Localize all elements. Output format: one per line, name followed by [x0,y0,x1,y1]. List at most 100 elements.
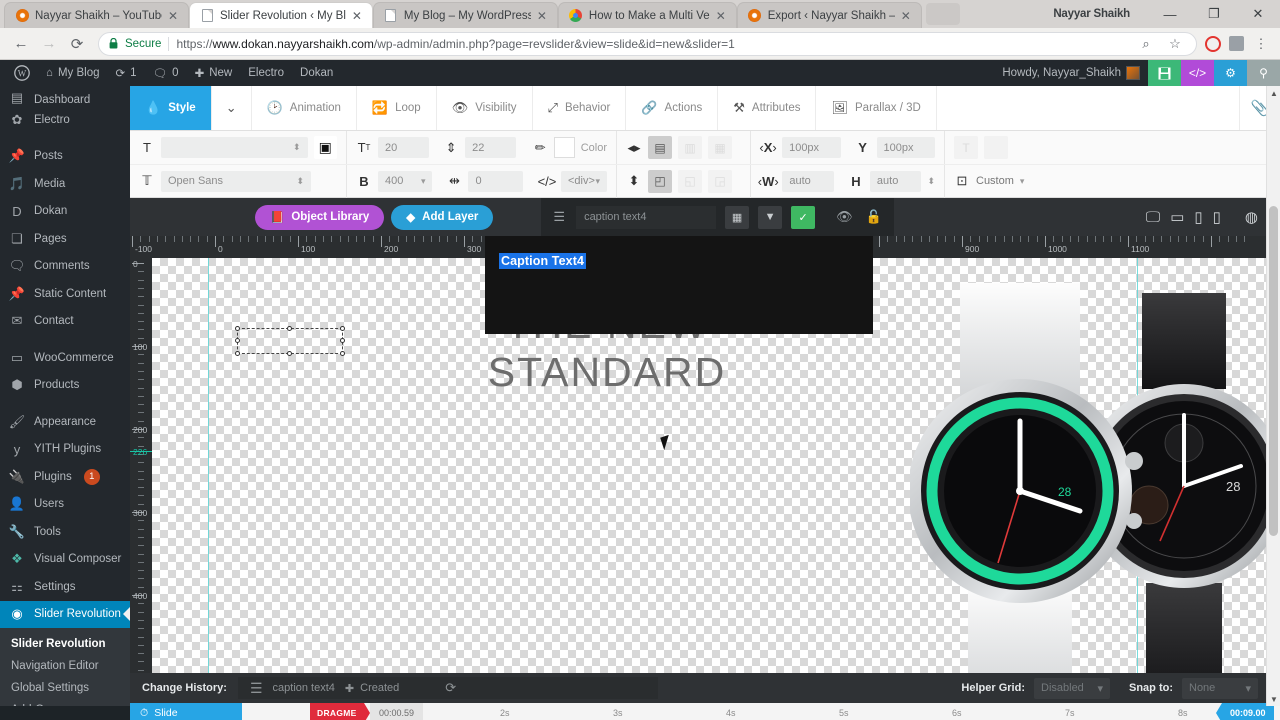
updates-item[interactable]: ⟳ 1 [108,60,145,86]
sidebar-item-dokan[interactable]: D Dokan [0,198,130,226]
close-icon[interactable]: ✕ [168,10,180,22]
mobile-icon[interactable]: ▯ [1213,208,1221,226]
address-bar[interactable]: Secure https://www.dokan.nayyarshaikh.co… [98,31,1197,56]
submenu-item-add-ons[interactable]: Add-Ons [0,699,130,706]
hamburger-icon[interactable]: ☰ [553,209,565,225]
sidebar-item-static-content[interactable]: 📌 Static Content [0,280,130,308]
sidebar-item-woocommerce[interactable]: ▭ WooCommerce [0,344,130,372]
sidebar-item-pages[interactable]: ❏ Pages [0,225,130,253]
caption-text-selection[interactable]: Caption Text4 [499,253,587,269]
bookmark-star-icon[interactable]: ☆ [1164,33,1186,55]
valign-bottom-button[interactable]: ◲ [708,169,732,193]
sidebar-item-comments[interactable]: 🗨 Comments [0,253,130,281]
eye-icon[interactable]: 👁 [836,209,853,225]
x-position-input[interactable]: 100px [782,137,841,158]
sidebar-item-products[interactable]: ⬢ Products [0,372,130,400]
tab-attributes[interactable]: ⚒ Attributes [718,86,817,130]
vertical-ruler[interactable]: 0100200226300400500 [130,258,152,673]
sidebar-item-media[interactable]: 🎵 Media [0,170,130,198]
tab-style[interactable]: 💧 Style [130,86,212,130]
scrollbar-thumb[interactable] [1269,206,1278,536]
minimize-icon[interactable]: — [1148,0,1192,28]
submenu-item-navigation-editor[interactable]: Navigation Editor [0,655,130,677]
adminbar-item-dokan[interactable]: Dokan [292,60,341,86]
layer-name-input[interactable]: caption text4 [576,205,717,229]
grid-icon[interactable]: ▦ [725,205,750,229]
y-position-input[interactable]: 100px [876,137,935,158]
site-name-item[interactable]: ⌂ My Blog [38,60,108,86]
size-stepper[interactable]: ⬍ [927,176,935,186]
scroll-down-icon[interactable]: ▼ [1267,692,1280,706]
resize-handle-se[interactable] [340,351,345,356]
style-preset-input[interactable]: ⬍ [161,137,308,158]
timeline-track[interactable]: DRAGME 00:00.59 2s 3s 4s 5s 6s 7s 8s 00:… [242,703,1274,720]
height-input[interactable]: auto [869,170,922,192]
close-icon[interactable]: ✕ [352,10,364,22]
tab-actions[interactable]: 🔗 Actions [626,86,719,130]
sidebar-item-dashboard[interactable]: ▤ Dashboard [0,86,130,106]
code-button[interactable]: </> [1181,60,1214,86]
opera-extension-icon[interactable] [1205,35,1221,52]
resize-handle-nw[interactable] [235,326,240,331]
scroll-up-icon[interactable]: ▲ [1267,86,1280,100]
new-tab-button[interactable] [925,3,960,25]
submenu-item-slider-revolution[interactable]: Slider Revolution [0,633,130,655]
close-icon[interactable]: ✕ [716,10,728,22]
forward-icon[interactable]: → [36,31,62,57]
history-entry[interactable]: ✚ Created [345,682,399,695]
inline-text-editor[interactable]: Caption Text4 [485,236,873,334]
new-content-item[interactable]: ✚ New [187,60,241,86]
browser-tab-1[interactable]: Slider Revolution ‹ My Bl ✕ [189,2,373,28]
tab-style-dropdown[interactable]: ⌄ [212,86,252,130]
object-library-button[interactable]: 📕 Object Library [255,204,385,230]
unlock-icon[interactable]: 🔓 [866,209,882,225]
search-button[interactable]: ⚲ [1247,60,1280,86]
html-tag-select[interactable]: <div> ▾ [560,170,608,192]
tab-visibility[interactable]: 👁 Visibility [437,86,533,130]
page-scrollbar[interactable]: ▲ ▼ [1266,86,1280,706]
sidebar-item-plugins[interactable]: 🔌 Plugins 1 [0,463,130,491]
line-height-input[interactable]: 22 [465,137,517,158]
resize-handle-s[interactable] [287,351,292,356]
browser-tab-3[interactable]: How to Make a Multi Ve ✕ [557,2,737,28]
browser-tab-4[interactable]: Export ‹ Nayyar Shaikh – ✕ [736,2,922,28]
globe-pencil-icon[interactable]: ◍ [1245,208,1258,226]
resize-handle-n[interactable] [287,326,292,331]
adminbar-item-electro[interactable]: Electro [240,60,292,86]
resize-handle-ne[interactable] [340,326,345,331]
funnel-icon[interactable]: ▼ [758,205,783,229]
maximize-icon[interactable]: ❐ [1192,0,1236,28]
dragme-badge[interactable]: DRAGME [310,703,370,720]
hamburger-icon[interactable]: ☰ [250,680,263,697]
valign-top-button[interactable]: ◰ [648,169,672,193]
align-center-button[interactable]: ▥ [678,136,702,159]
resize-handle-sw[interactable] [235,351,240,356]
width-input[interactable]: auto [782,170,834,192]
color-swatch[interactable] [554,137,575,158]
close-icon[interactable]: ✕ [901,10,913,22]
text-transform-icon[interactable]: T [954,136,978,159]
window-close-icon[interactable]: ✕ [1236,0,1280,28]
extra-option-button[interactable] [984,136,1008,159]
letter-spacing-input[interactable]: 0 [468,170,523,192]
browser-tab-2[interactable]: My Blog – My WordPress ✕ [372,2,558,28]
save-style-button[interactable]: ▣ [313,136,337,159]
browser-tab-0[interactable]: Nayyar Shaikh – YouTube ✕ [4,2,189,28]
refresh-icon[interactable]: ⟳ [445,680,456,696]
howdy-item[interactable]: Howdy, Nayyar_Shaikh [994,60,1148,86]
comments-item[interactable]: 🗨 0 [145,60,187,86]
resize-handle-w[interactable] [235,338,240,343]
wordpress-icon[interactable]: W [6,60,38,86]
settings-button[interactable]: ⚙ [1214,60,1247,86]
close-icon[interactable]: ✕ [537,10,549,22]
timeline-slide-button[interactable]: ⏱ Slide [130,703,242,720]
sidebar-item-appearance[interactable]: 🖌 Appearance [0,408,130,436]
preset-value[interactable]: Custom [976,175,1014,187]
save-button[interactable] [1148,60,1181,86]
search-icon[interactable]: ⌕ [1135,33,1157,55]
snap-to-select[interactable]: None ▾ [1182,677,1258,699]
tablet-icon[interactable]: ▯ [1194,208,1202,226]
sidebar-item-settings[interactable]: ⚏ Settings [0,573,130,601]
desktop-icon[interactable]: 🖵 [1146,209,1160,226]
font-family-select[interactable]: Open Sans ⬍ [161,170,311,192]
